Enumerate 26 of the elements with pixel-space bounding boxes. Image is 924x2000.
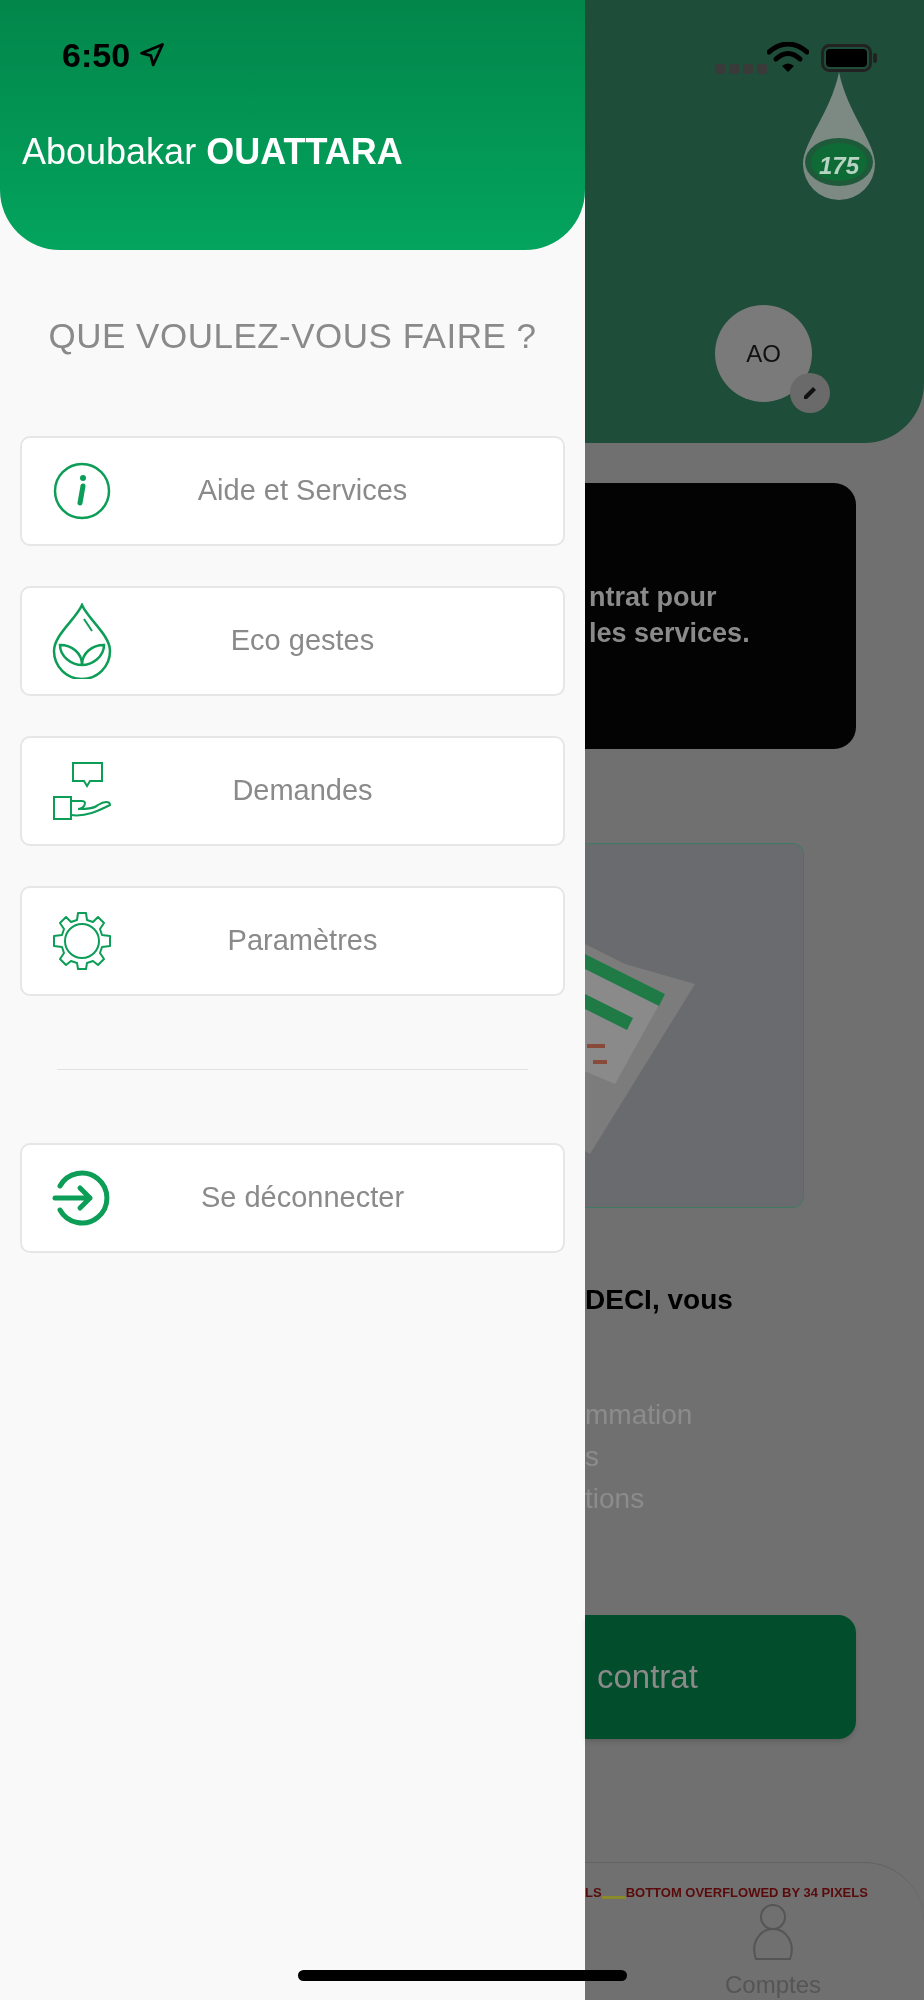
menu-item[interactable]: Aide et Services xyxy=(20,435,565,546)
contract-button[interactable]: contrat xyxy=(585,1615,856,1739)
menu-item[interactable]: Eco gestes xyxy=(20,585,565,696)
hand-speech-bubble-icon xyxy=(52,760,112,821)
overflow-warning-text: LS xyxy=(585,1884,602,1902)
menu-item[interactable]: Demandes xyxy=(20,735,565,846)
menu-item[interactable]: Paramètres xyxy=(20,885,565,996)
water-drop-logo: 175 xyxy=(803,72,875,200)
notice-text: ntrat pour xyxy=(589,581,718,614)
status-time: 6:50 xyxy=(62,38,131,72)
battery-icon xyxy=(821,44,877,72)
edit-icon[interactable] xyxy=(790,373,830,413)
menu-item[interactable]: Se déconnecter xyxy=(20,1142,565,1253)
signal-icon xyxy=(715,64,767,74)
wifi-icon xyxy=(767,42,809,72)
settings-icon xyxy=(52,910,112,971)
info-icon xyxy=(52,460,112,521)
user-name: Aboubakar OUATTARA xyxy=(22,134,404,170)
water-drop-leaf-icon xyxy=(52,602,112,679)
menu-heading: QUE VOULEZ-VOUS FAIRE ? xyxy=(47,315,538,357)
avatar[interactable]: AO xyxy=(715,305,812,402)
overflow-warning-text: BOTTOM OVERFLOWED BY 34 PIXELS xyxy=(625,1884,868,1902)
logout-icon xyxy=(52,1167,112,1228)
notice-text: les services. xyxy=(589,617,751,650)
intro-text: DECI, vous xyxy=(585,1286,734,1314)
location-arrow-icon xyxy=(138,41,167,69)
